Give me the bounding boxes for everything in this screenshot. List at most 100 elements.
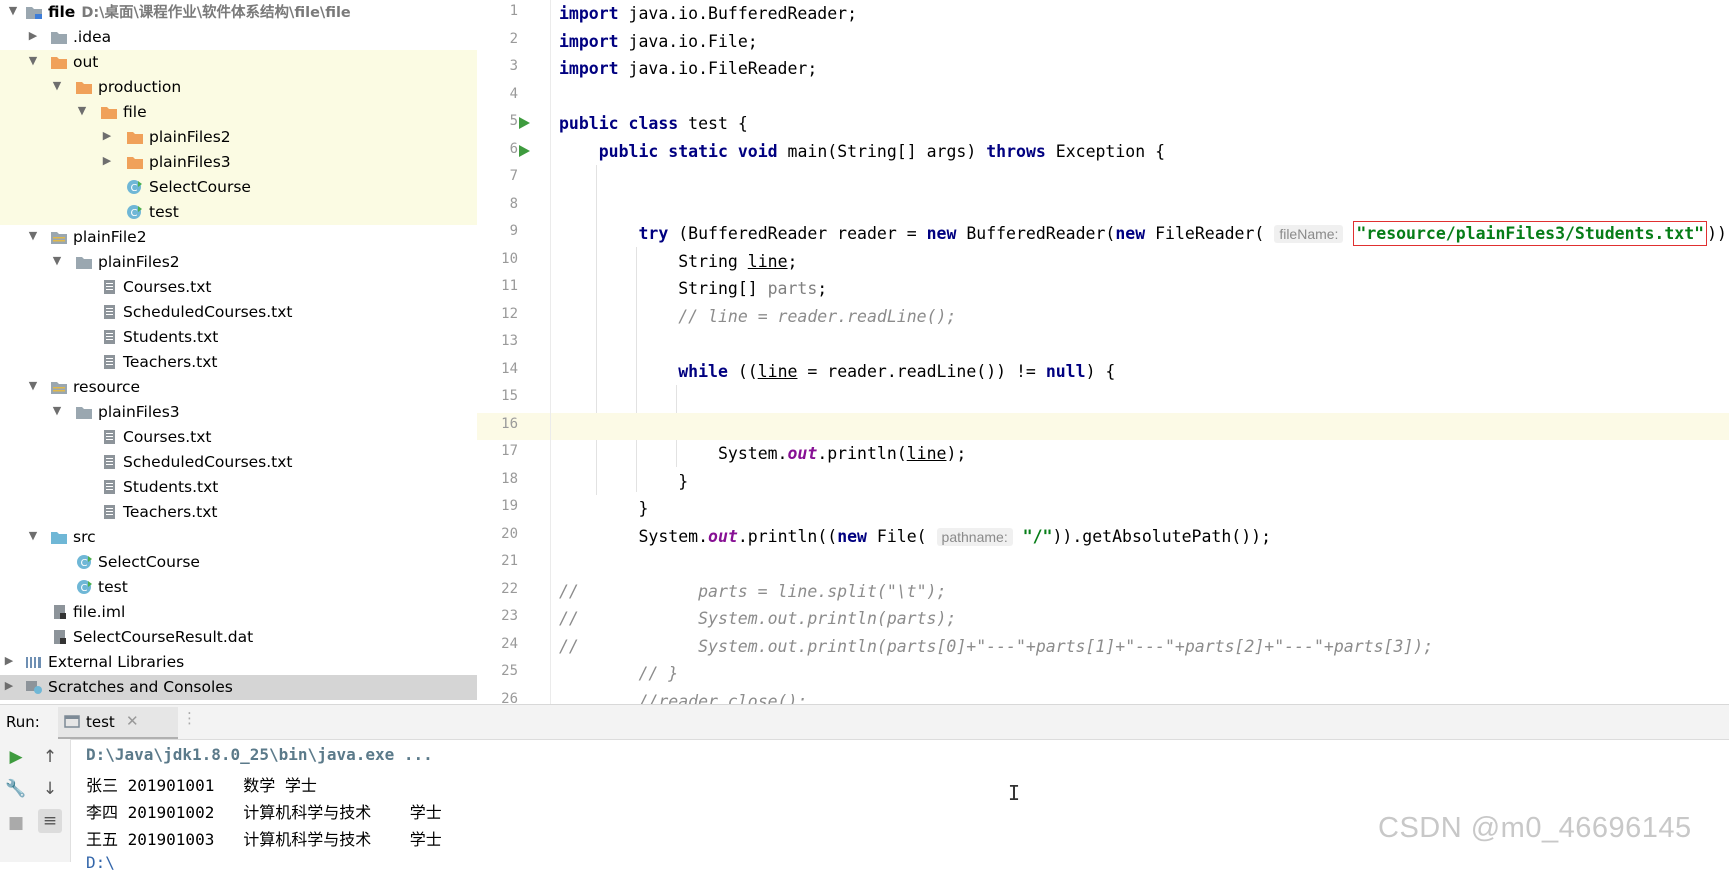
text-file-icon — [104, 505, 115, 519]
resource-folder-icon — [51, 382, 67, 394]
tree-label: Teachers.txt — [123, 353, 218, 371]
chevron-down-icon[interactable]: ▼ — [26, 379, 40, 393]
chevron-down-icon[interactable]: ▼ — [50, 79, 64, 93]
tree-item-src[interactable]: ▼ src — [0, 525, 477, 550]
excluded-folder-icon — [51, 57, 67, 69]
class-icon: C — [127, 205, 142, 219]
code-line: // line = reader.readLine(); — [678, 306, 957, 326]
line-number: 3 — [509, 58, 518, 74]
tree-label: plainFiles3 — [98, 403, 180, 421]
line-number: 24 — [501, 635, 518, 652]
line-number: 7 — [509, 168, 518, 184]
tree-item-file[interactable]: Courses.txt — [0, 425, 477, 450]
run-gutter-icon[interactable] — [517, 116, 531, 130]
more-icon[interactable]: ⋮ — [182, 709, 197, 727]
code-line: String line; — [678, 251, 798, 271]
tree-item-file[interactable]: Students.txt — [0, 325, 477, 350]
tree-item-out-plainfiles2[interactable]: ▶ plainFiles2 — [0, 125, 477, 150]
watermark: CSDN @m0_46696145 — [1378, 812, 1692, 844]
chevron-right-icon[interactable]: ▶ — [100, 154, 114, 168]
arrow-up-icon[interactable]: ↑ — [38, 745, 62, 769]
line-number: 19 — [501, 498, 518, 514]
code-line: System.out.println(line); — [717, 444, 967, 463]
tree-label: SelectCourseResult.dat — [73, 628, 254, 646]
chevron-down-icon[interactable]: ▼ — [75, 104, 89, 118]
tree-item-out-plainfiles3[interactable]: ▶ plainFiles3 — [0, 150, 477, 175]
tree-item-src-selectcourse[interactable]: C SelectCourse — [0, 550, 477, 575]
tree-label: resource — [73, 378, 141, 396]
library-icon — [26, 657, 41, 668]
chevron-down-icon[interactable]: ▼ — [6, 4, 20, 18]
tree-item-external-libraries[interactable]: ▶ External Libraries — [0, 650, 477, 675]
tree-label: Courses.txt — [123, 428, 212, 446]
tree-item-plainfile2[interactable]: ▼ plainFile2 — [0, 225, 477, 250]
chevron-right-icon[interactable]: ▶ — [100, 129, 114, 143]
tree-label: plainFile2 — [73, 228, 147, 246]
tree-item-file[interactable]: Teachers.txt — [0, 350, 477, 375]
code-line: import java.io.FileReader; — [559, 59, 818, 78]
chevron-down-icon[interactable]: ▼ — [26, 229, 40, 243]
console-line: D:\Java\jdk1.8.0_25\bin\java.exe ... — [86, 745, 433, 764]
project-tree: ▼ file D:\桌面\课程作业\软件体系结构\file\file ▶ .ide… — [0, 0, 478, 704]
tab-test[interactable]: test ✕ — [58, 707, 178, 739]
console-line: 王五 201901003 计算机科学与技术 学士 — [86, 830, 442, 849]
tree-item-out-selectcourse[interactable]: C SelectCourse — [0, 175, 477, 200]
chevron-down-icon[interactable]: ▼ — [50, 254, 64, 268]
rerun-icon[interactable]: ▶ — [4, 745, 28, 769]
chevron-down-icon[interactable]: ▼ — [26, 529, 40, 543]
tree-item-file[interactable]: Teachers.txt — [0, 500, 477, 525]
stop-icon[interactable]: ■ — [4, 811, 28, 835]
tree-item-idea[interactable]: ▶ .idea — [0, 25, 477, 50]
text-file-icon — [104, 455, 115, 469]
code-line: String[] parts; — [678, 279, 828, 298]
source-folder-icon — [51, 532, 67, 544]
chevron-down-icon[interactable]: ▼ — [26, 54, 40, 68]
line-number: 23 — [501, 608, 518, 624]
line-number: 13 — [501, 333, 518, 349]
code-editor[interactable]: import java.io.BufferedReader; import ja… — [550, 0, 1729, 704]
tree-item-file[interactable]: ScheduledCourses.txt — [0, 450, 477, 475]
resource-folder-icon — [51, 232, 67, 244]
module-file-icon — [54, 605, 66, 619]
chevron-right-icon[interactable]: ▶ — [2, 654, 16, 668]
tree-item-resource[interactable]: ▼ resource — [0, 375, 477, 400]
tree-item-file[interactable]: ScheduledCourses.txt — [0, 300, 477, 325]
tree-item-iml[interactable]: file.iml — [0, 600, 477, 625]
tree-item-plainfiles3[interactable]: ▼ plainFiles3 — [0, 400, 477, 425]
svg-text:C: C — [81, 583, 88, 594]
tree-item-plainfiles2[interactable]: ▼ plainFiles2 — [0, 250, 477, 275]
chevron-down-icon[interactable]: ▼ — [50, 404, 64, 418]
code-line: public class test { — [559, 114, 748, 133]
line-number: 22 — [501, 580, 518, 597]
folder-icon — [51, 32, 67, 44]
line-number: 16 — [501, 415, 518, 432]
line-number: 1 — [509, 3, 518, 19]
tree-item-dat[interactable]: SelectCourseResult.dat — [0, 625, 477, 650]
arrow-down-icon[interactable]: ↓ — [38, 777, 62, 801]
soft-wrap-icon[interactable]: ≡ — [38, 809, 62, 833]
run-header: Run: test ✕ ⋮ — [0, 705, 1729, 740]
code-line: import java.io.File; — [559, 31, 758, 51]
tree-item-out[interactable]: ▼ out — [0, 50, 477, 75]
line-number: 20 — [501, 525, 518, 542]
tree-item-file[interactable]: Courses.txt — [0, 275, 477, 300]
chevron-right-icon[interactable]: ▶ — [2, 679, 16, 693]
tree-item-out-file[interactable]: ▼ file — [0, 100, 477, 125]
scratches-icon — [26, 681, 42, 694]
tree-item-production[interactable]: ▼ production — [0, 75, 477, 100]
tree-item-out-test[interactable]: C test — [0, 200, 477, 225]
console-icon — [64, 715, 80, 728]
text-file-icon — [104, 480, 115, 494]
tree-item-scratches[interactable]: ▶ Scratches and Consoles — [0, 675, 477, 700]
tree-label: file.iml — [73, 603, 126, 621]
tree-label: .idea — [73, 28, 112, 46]
tree-item-file[interactable]: Students.txt — [0, 475, 477, 500]
wrench-icon[interactable]: 🔧 — [4, 777, 28, 801]
tree-item-src-test[interactable]: C test — [0, 575, 477, 600]
editor-gutter: 1 2 3 4 5 6 7 8 9 10 11 12 13 14 15 16 1… — [477, 0, 581, 707]
tree-item-root[interactable]: ▼ file D:\桌面\课程作业\软件体系结构\file\file — [0, 0, 477, 25]
chevron-right-icon[interactable]: ▶ — [26, 29, 40, 43]
run-gutter-icon[interactable] — [517, 144, 531, 158]
close-icon[interactable]: ✕ — [126, 712, 139, 730]
line-number: 17 — [501, 443, 518, 459]
